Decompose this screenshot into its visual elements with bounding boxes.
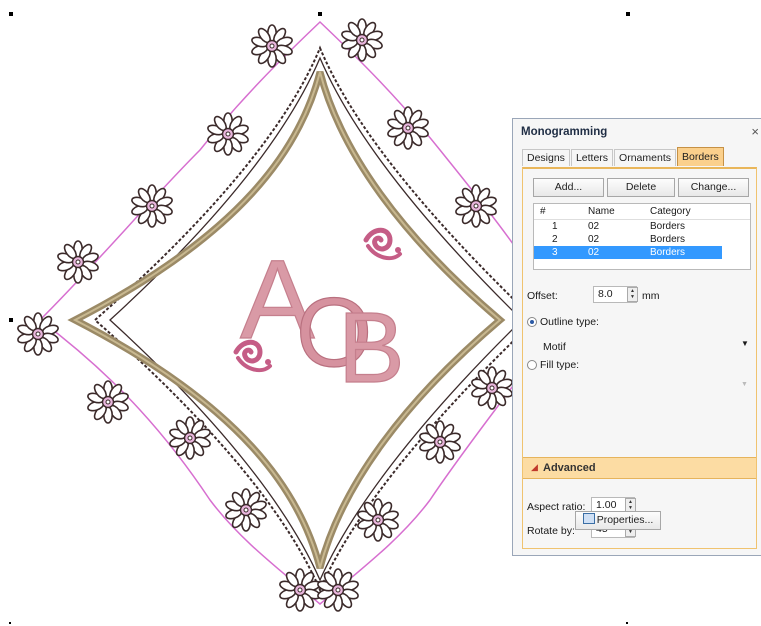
row-name: 02	[588, 221, 600, 232]
row-number: 2	[552, 234, 558, 245]
tab-borders[interactable]: Borders	[676, 147, 724, 166]
row-category: Borders	[650, 221, 686, 232]
advanced-section-header[interactable]: ◢ Advanced	[523, 457, 756, 479]
row-name: 02	[588, 234, 600, 245]
close-icon[interactable]: ×	[751, 124, 759, 139]
offset-label: Offset:	[527, 290, 558, 302]
fill-type-label: Fill type:	[540, 359, 580, 371]
outline-type-select[interactable]: Motif	[543, 341, 566, 353]
collapse-triangle-icon: ◢	[531, 462, 538, 472]
borders-tab-content: Add... Delete Change... # Name Category …	[522, 167, 757, 549]
advanced-label: Advanced	[543, 462, 596, 474]
offset-spinner[interactable]: ▲ ▼	[627, 287, 638, 302]
tab-ornaments[interactable]: Ornaments	[614, 149, 676, 166]
delete-button[interactable]: Delete	[607, 178, 675, 197]
fill-type-select-disabled: ▼	[741, 381, 748, 388]
outline-type-label: Outline type:	[540, 316, 599, 328]
selection-handle[interactable]	[626, 12, 630, 16]
selection-handle[interactable]	[9, 318, 13, 322]
panel-title: Monogramming	[521, 126, 608, 138]
table-header: # Name Category	[534, 204, 750, 220]
column-header-number: #	[540, 206, 546, 217]
change-button[interactable]: Change...	[678, 178, 749, 197]
column-header-name: Name	[588, 206, 615, 217]
selection-handle[interactable]	[626, 622, 628, 624]
borders-table[interactable]: # Name Category 1 02 Borders 2 02 Border…	[533, 203, 751, 270]
properties-icon	[582, 513, 595, 524]
column-header-category: Category	[650, 206, 691, 217]
monogramming-panel: Monogramming × Designs Letters Ornaments…	[512, 118, 761, 556]
row-number: 1	[552, 221, 558, 232]
outline-type-radio[interactable]	[527, 317, 537, 327]
row-category: Borders	[650, 247, 686, 258]
selection-handle[interactable]	[9, 622, 11, 624]
row-category: Borders	[650, 234, 686, 245]
offset-unit: mm	[642, 290, 660, 302]
table-row-selected[interactable]: 3 02 Borders	[534, 246, 722, 259]
tab-letters[interactable]: Letters	[570, 149, 614, 166]
rotate-by-label: Rotate by:	[527, 525, 575, 537]
tab-bar: Designs Letters Ornaments Borders	[522, 147, 725, 167]
properties-label: Properties...	[596, 514, 654, 526]
row-name: 02	[588, 247, 600, 258]
add-button[interactable]: Add...	[533, 178, 604, 197]
selection-handle[interactable]	[9, 12, 13, 16]
monogram-letter-b: B	[338, 292, 405, 404]
tab-designs[interactable]: Designs	[522, 149, 570, 166]
properties-button[interactable]: Properties...	[575, 511, 661, 530]
table-row[interactable]: 2 02 Borders	[534, 233, 750, 246]
selection-handle[interactable]	[318, 12, 322, 16]
table-row[interactable]: 1 02 Borders	[534, 220, 750, 233]
row-number: 3	[552, 247, 558, 258]
chevron-down-icon[interactable]: ▼	[741, 339, 749, 348]
fill-type-radio[interactable]	[527, 360, 537, 370]
